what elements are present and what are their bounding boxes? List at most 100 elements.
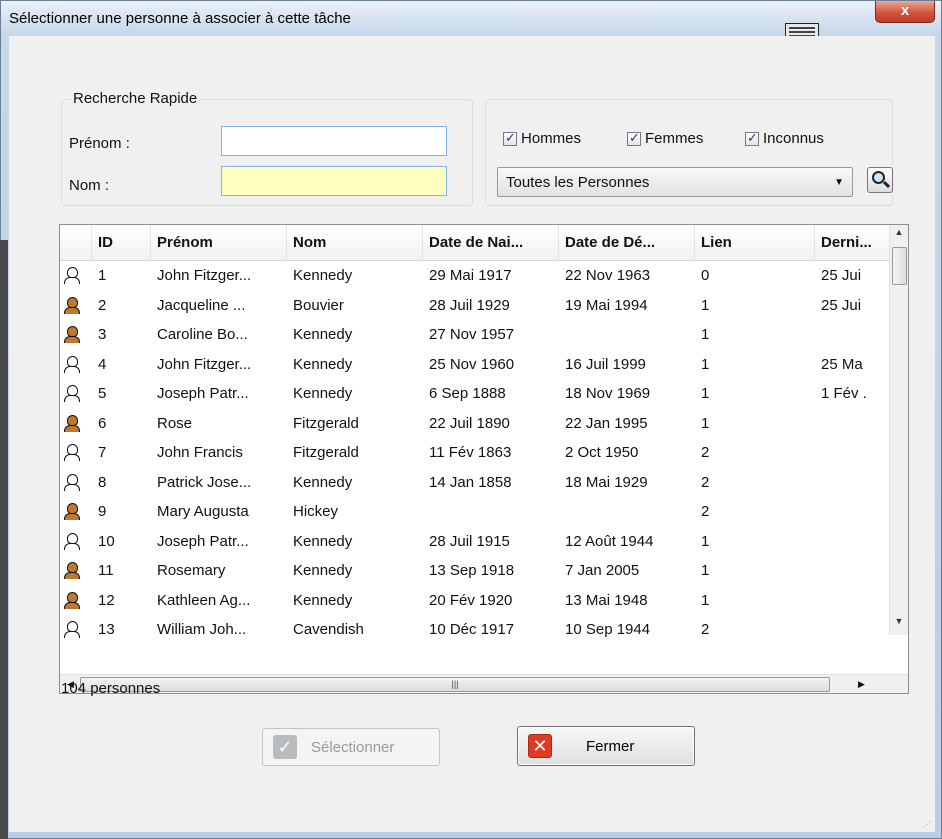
column-header-dernier[interactable]: Derni...	[815, 225, 890, 261]
search-button[interactable]	[867, 167, 893, 193]
cell-dernier: 25 Jui	[821, 296, 862, 314]
cell-naissance: 20 Fév 1920	[429, 591, 513, 609]
cell-id: 9	[98, 503, 107, 520]
cell-prenom: Rose	[157, 414, 193, 432]
cell-naissance: 25 Nov 1960	[429, 355, 515, 373]
resize-grip-icon[interactable]: ⋰	[923, 820, 933, 830]
lastname-input[interactable]	[221, 166, 447, 196]
cell-lien: 1	[701, 414, 710, 432]
male-person-icon	[64, 444, 80, 461]
cell-nom: Cavendish	[293, 621, 364, 638]
cell-nom: Kennedy	[293, 385, 353, 402]
men-filter[interactable]: Hommes	[503, 130, 581, 147]
chevron-down-icon: ▼	[834, 177, 844, 188]
women-filter[interactable]: Femmes	[627, 130, 703, 147]
select-button[interactable]: ✓ Sélectionner	[262, 728, 440, 766]
table-row[interactable]: 13 William Joh... Cavendish 10 Déc 1917 10 S…	[60, 616, 890, 643]
table-row[interactable]: 12 Kathleen Ag... Kennedy 20 Fév 1920 13 Mai…	[60, 587, 890, 614]
unknown-checkbox[interactable]	[745, 130, 759, 146]
column-header-icon	[60, 225, 92, 261]
cell-naissance: 28 Juil 1929	[429, 296, 510, 314]
cell-prenom: Rosemary	[157, 562, 226, 579]
cell-id: 6	[98, 414, 107, 432]
scroll-down-icon[interactable]: ▼	[890, 616, 908, 633]
cell-id: 2	[98, 296, 107, 314]
cell-naissance: 10 Déc 1917	[429, 621, 515, 638]
quick-search-legend: Recherche Rapide	[70, 90, 201, 107]
cell-deces: 22 Jan 1995	[565, 414, 648, 432]
cell-lien: 2	[701, 473, 710, 491]
cell-lien: 1	[701, 591, 710, 609]
cell-nom: Hickey	[293, 503, 339, 520]
cell-id: 3	[98, 326, 107, 343]
women-checkbox[interactable]	[627, 130, 641, 146]
cell-lien: 1	[701, 296, 710, 314]
unknown-label: Inconnus	[763, 130, 824, 147]
close-button[interactable]: ✕ Fermer	[517, 726, 695, 766]
vertical-scrollbar[interactable]: ▲ ▼	[889, 225, 908, 635]
cell-naissance: 27 Nov 1957	[429, 326, 515, 343]
cell-deces: 18 Nov 1969	[565, 385, 651, 402]
table-row[interactable]: 7 John Francis Fitzgerald 11 Fév 1863 2 Oct …	[60, 439, 890, 466]
horizontal-scrollbar[interactable]: ◀ ||| ▶	[60, 674, 908, 693]
window-close-button[interactable]: x	[875, 1, 935, 23]
column-header-prenom[interactable]: Prénom	[151, 225, 287, 261]
men-checkbox[interactable]	[503, 130, 517, 146]
scope-dropdown[interactable]: Toutes les Personnes ▼	[497, 167, 853, 197]
cell-nom: Kennedy	[293, 473, 353, 491]
table-row[interactable]: 9 Mary Augusta Hickey 2	[60, 498, 890, 525]
table-row[interactable]: 4 John Fitzger... Kennedy 25 Nov 1960 16 Jui…	[60, 351, 890, 378]
cell-prenom: John Fitzger...	[157, 355, 252, 373]
table-row[interactable]: 3 Caroline Bo... Kennedy 27 Nov 1957 1	[60, 321, 890, 348]
cell-nom: Kennedy	[293, 267, 353, 284]
table-row[interactable]: 11 Rosemary Kennedy 13 Sep 1918 7 Jan 2005 1	[60, 557, 890, 584]
unknown-filter[interactable]: Inconnus	[745, 130, 824, 147]
title-bar[interactable]: Sélectionner une personne à associer à c…	[1, 1, 941, 41]
vertical-scroll-thumb[interactable]	[892, 247, 907, 285]
cell-prenom: Patrick Jose...	[157, 473, 252, 491]
cell-deces: 7 Jan 2005	[565, 562, 640, 579]
cell-dernier	[815, 469, 890, 496]
cell-deces	[559, 498, 695, 525]
column-header-naissance[interactable]: Date de Nai...	[423, 225, 559, 261]
column-header-lien[interactable]: Lien	[695, 225, 815, 261]
men-label: Hommes	[521, 130, 582, 147]
persons-table[interactable]: ID Prénom Nom Date de Nai... Date de Dé.…	[59, 224, 909, 694]
cell-nom: Fitzgerald	[293, 444, 359, 461]
scroll-right-icon[interactable]: ▶	[853, 676, 870, 693]
cell-deces: 2 Oct 1950	[565, 444, 639, 461]
column-header-nom[interactable]: Nom	[287, 225, 423, 261]
female-person-icon	[64, 591, 80, 609]
table-row[interactable]: 2 Jacqueline ... Bouvier 28 Juil 1929 19 Mai…	[60, 292, 890, 319]
table-row[interactable]: 10 Joseph Patr... Kennedy 28 Juil 1915 12 Ao…	[60, 528, 890, 555]
cell-nom: Bouvier	[293, 296, 344, 314]
table-row[interactable]: 6 Rose Fitzgerald 22 Juil 1890 22 Jan 1995 1	[60, 410, 890, 437]
table-row[interactable]: 5 Joseph Patr... Kennedy 6 Sep 1888 18 Nov 1…	[60, 380, 890, 407]
women-label: Femmes	[645, 130, 704, 147]
female-person-icon	[64, 503, 80, 520]
table-row[interactable]: 1 John Fitzger... Kennedy 29 Mai 1917 22 Nov…	[60, 262, 890, 289]
cell-dernier: 25 Ma	[821, 355, 863, 373]
select-button-label: Sélectionner	[311, 738, 395, 756]
dialog-body: Recherche Rapide Prénom : Nom : Hommes F…	[9, 36, 935, 832]
column-header-deces[interactable]: Date de Dé...	[559, 225, 695, 261]
male-person-icon	[64, 532, 80, 550]
cell-naissance: 13 Sep 1918	[429, 562, 515, 579]
male-person-icon	[64, 621, 80, 638]
firstname-input[interactable]	[221, 126, 447, 156]
cell-prenom: John Fitzger...	[157, 267, 252, 284]
cell-prenom: Kathleen Ag...	[157, 591, 251, 609]
table-header: ID Prénom Nom Date de Nai... Date de Dé.…	[60, 225, 890, 261]
cell-id: 1	[98, 267, 107, 284]
column-header-id[interactable]: ID	[92, 225, 151, 261]
cell-dernier	[815, 498, 890, 525]
cell-lien: 1	[701, 532, 710, 550]
cell-lien: 2	[701, 503, 710, 520]
firstname-label: Prénom :	[69, 135, 130, 152]
cell-dernier: 1 Fév .	[821, 385, 867, 402]
scroll-up-icon[interactable]: ▲	[890, 227, 908, 244]
table-row[interactable]: 8 Patrick Jose... Kennedy 14 Jan 1858 18 Mai…	[60, 469, 890, 496]
horizontal-scroll-thumb[interactable]: |||	[80, 677, 830, 692]
cell-id: 10	[98, 532, 115, 550]
cell-nom: Kennedy	[293, 532, 353, 550]
